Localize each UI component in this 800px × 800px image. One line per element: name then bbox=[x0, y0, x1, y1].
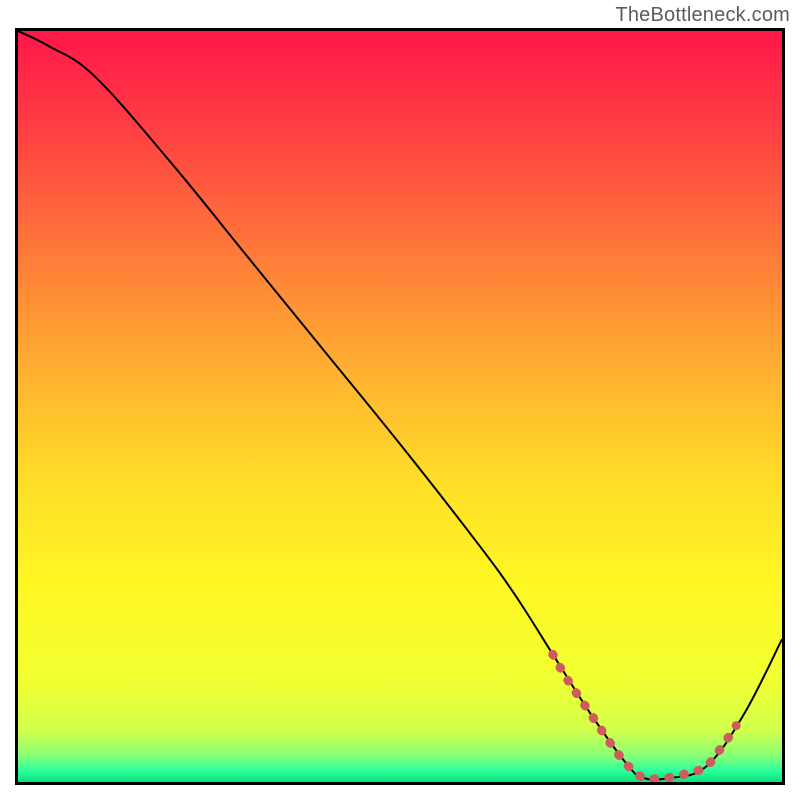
chart-wrapper: TheBottleneck.com bbox=[0, 0, 800, 800]
watermark-text: TheBottleneck.com bbox=[615, 4, 790, 27]
chart-svg bbox=[18, 31, 782, 782]
plot-area bbox=[15, 28, 785, 785]
